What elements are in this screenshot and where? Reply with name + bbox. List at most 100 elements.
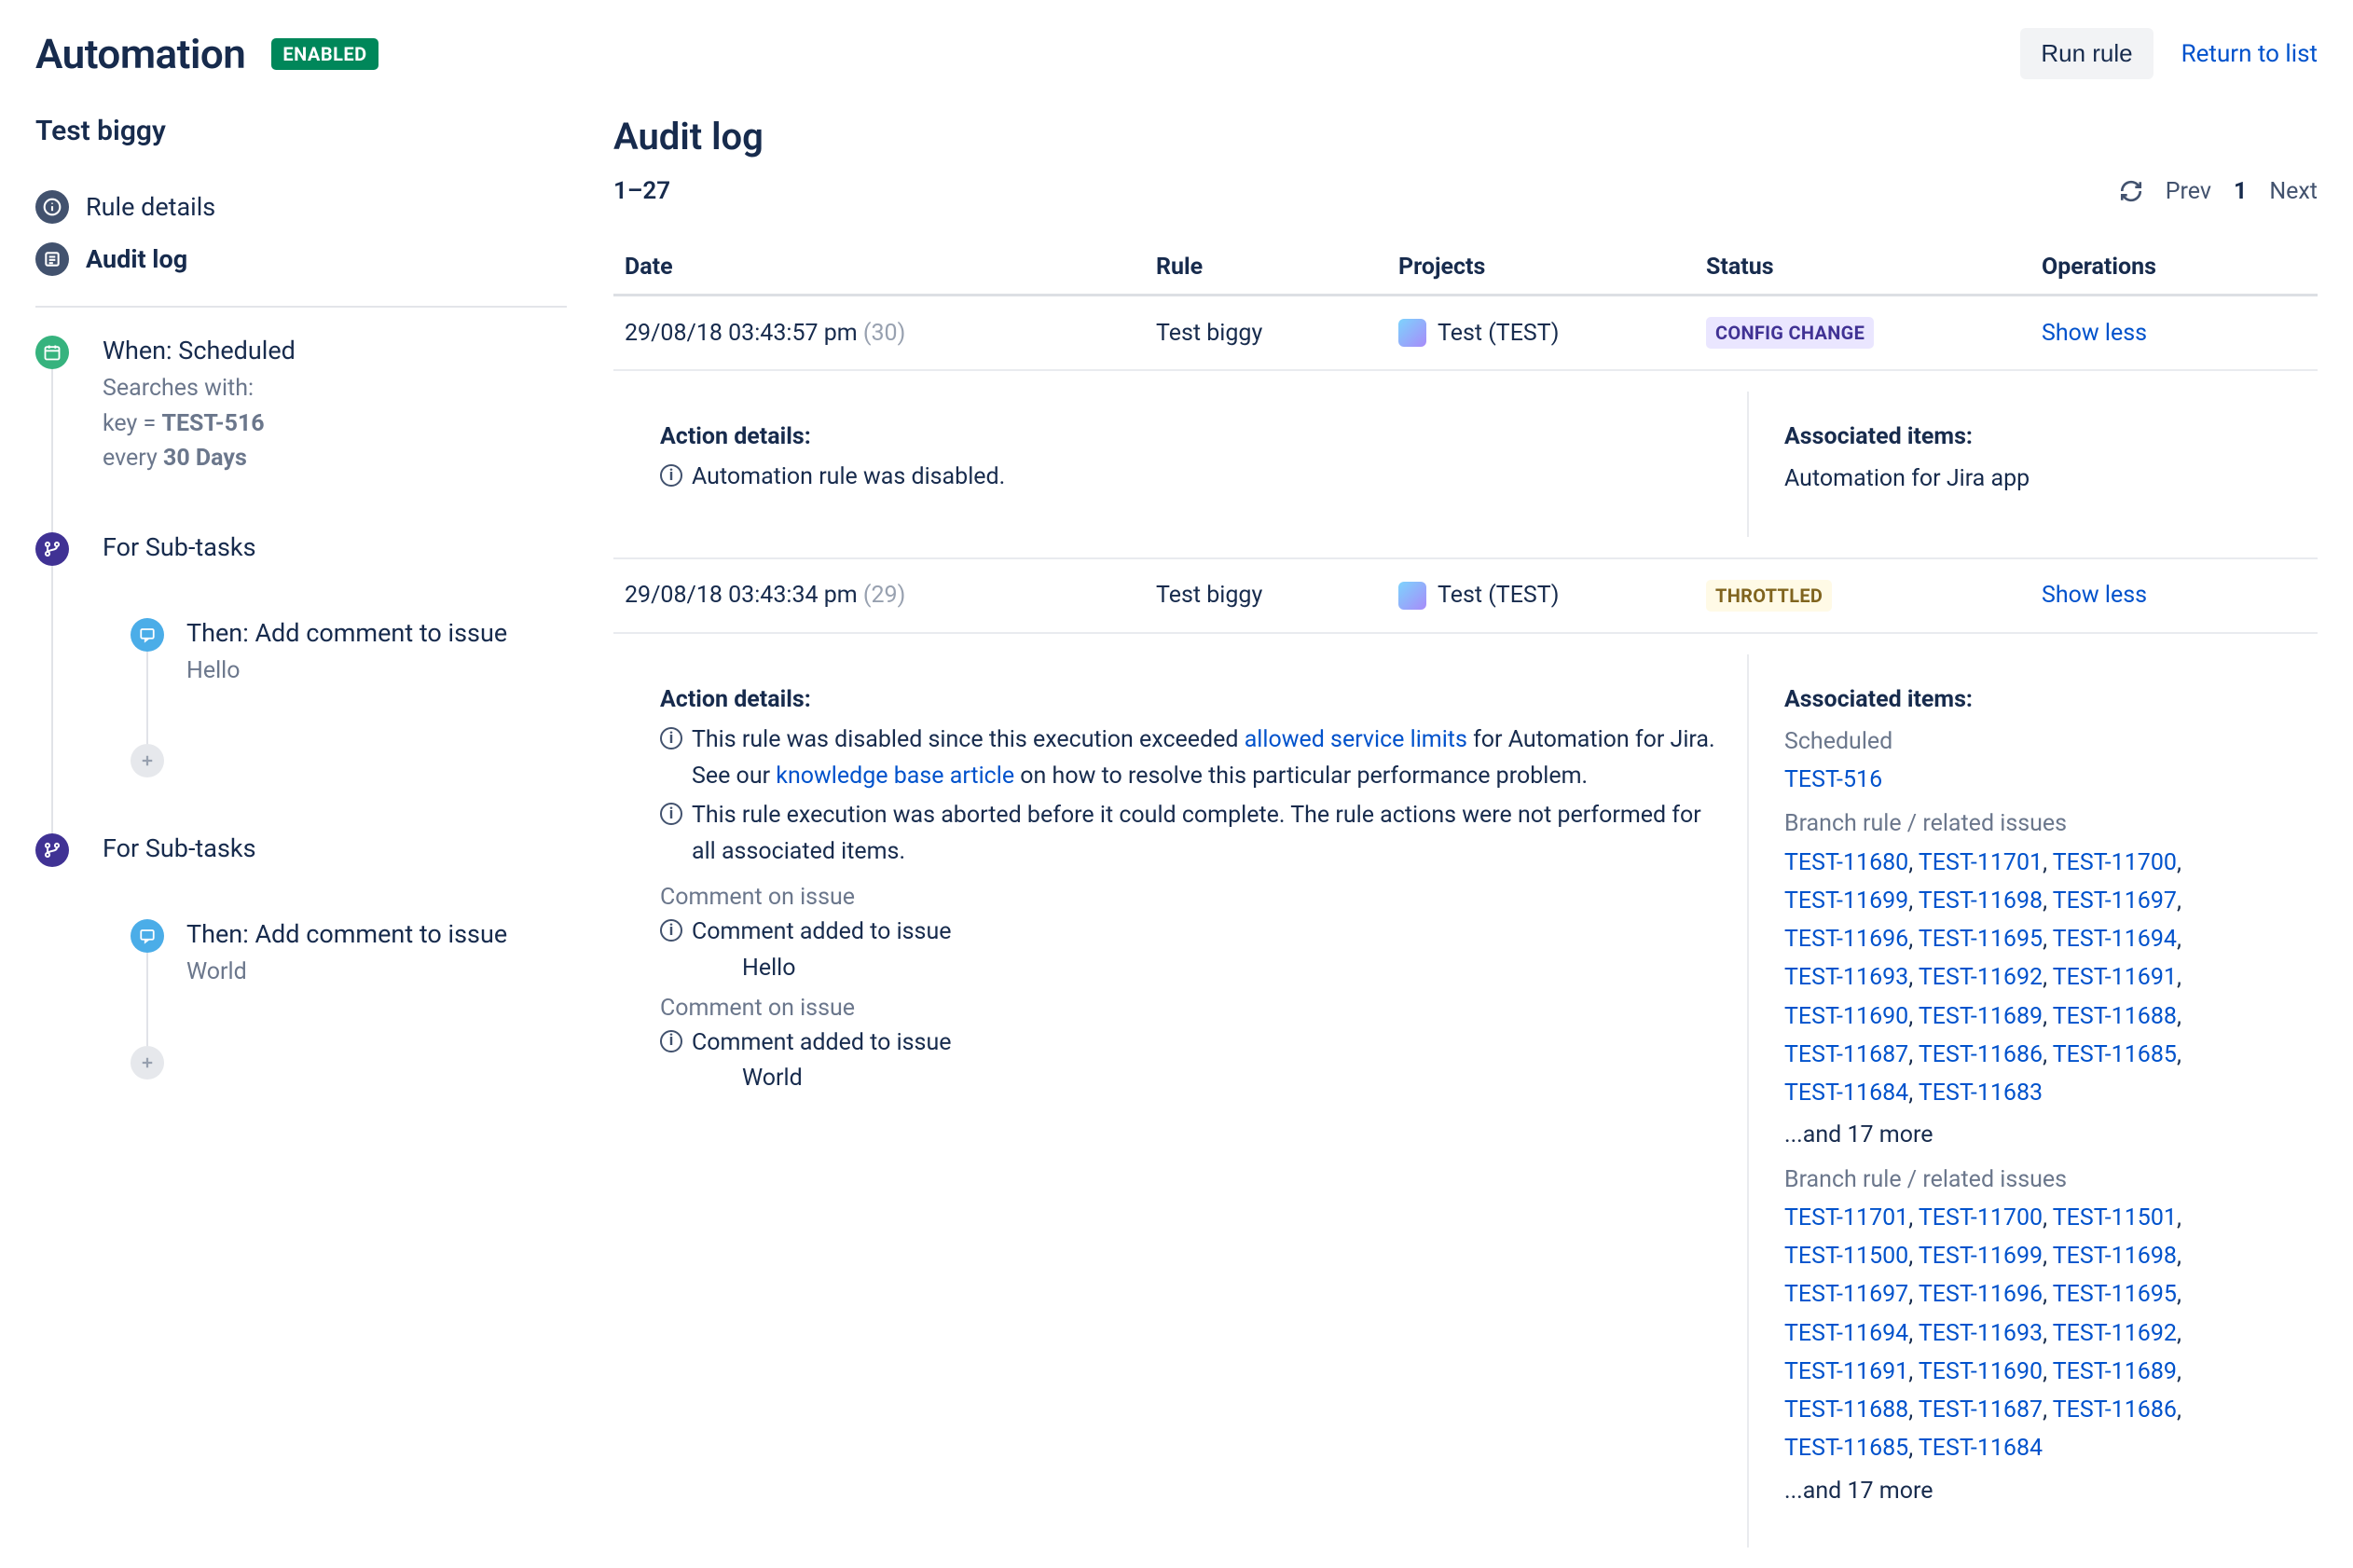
step-sub: every 30 Days <box>103 441 567 476</box>
pager-prev[interactable]: Prev <box>2166 178 2211 205</box>
info-icon: i <box>660 464 682 487</box>
comment-value: Hello <box>742 955 1719 982</box>
issue-link[interactable]: TEST-11698 <box>2053 1243 2177 1270</box>
detail-line: i Comment added to issue <box>660 1025 1719 1062</box>
issue-link[interactable]: TEST-11686 <box>2053 1396 2177 1424</box>
rule-step-branch[interactable]: For Sub-tasks Then: Add comment to issue… <box>35 532 567 778</box>
issue-link[interactable]: TEST-11697 <box>2053 887 2177 915</box>
cell-date: 29/08/18 03:43:34 pm (29) <box>613 558 1145 633</box>
sidebar-item-audit-log[interactable]: Audit log <box>35 233 567 285</box>
issue-link[interactable]: TEST-11686 <box>1919 1041 2043 1068</box>
col-date: Date <box>613 241 1145 296</box>
issue-link[interactable]: TEST-11500 <box>1784 1243 1908 1270</box>
pager: Prev 1 Next <box>2119 178 2318 205</box>
issue-link[interactable]: TEST-11692 <box>1919 964 2043 991</box>
detail-line: i Automation rule was disabled. <box>660 460 1719 496</box>
info-icon <box>35 190 69 224</box>
step-sub: key = TEST-516 <box>103 406 567 442</box>
plus-icon <box>131 1046 164 1080</box>
result-range: 1–27 <box>613 177 670 205</box>
cell-rule: Test biggy <box>1145 296 1387 371</box>
add-component-button[interactable] <box>131 1046 567 1080</box>
sidebar: Test biggy Rule details Audit log When: … <box>35 115 567 1568</box>
comment-icon <box>131 618 164 652</box>
info-icon: i <box>660 1030 682 1052</box>
issue-link[interactable]: TEST-516 <box>1784 766 1882 793</box>
step-title: Then: Add comment to issue <box>186 919 567 949</box>
more-text: ...and 17 more <box>1784 1472 2288 1510</box>
issue-link[interactable]: TEST-11700 <box>2053 849 2177 876</box>
rule-step-branch[interactable]: For Sub-tasks Then: Add comment to issue… <box>35 833 567 1080</box>
step-sub: World <box>186 955 567 990</box>
table-row-details: Action details: i Automation rule was di… <box>613 370 2318 558</box>
rule-step-then[interactable]: Then: Add comment to issue World <box>131 919 567 990</box>
issue-link[interactable]: TEST-11684 <box>1784 1080 1908 1107</box>
issue-link[interactable]: TEST-11684 <box>1919 1435 2043 1462</box>
show-less-link[interactable]: Show less <box>2042 320 2147 347</box>
issue-link[interactable]: TEST-11695 <box>1919 926 2043 953</box>
issue-link[interactable]: TEST-11685 <box>2053 1041 2177 1068</box>
issue-link[interactable]: TEST-11687 <box>1784 1041 1908 1068</box>
issue-link[interactable]: TEST-11691 <box>2053 964 2177 991</box>
rule-step-when[interactable]: When: Scheduled Searches with: key = TES… <box>35 336 567 476</box>
cell-rule: Test biggy <box>1145 558 1387 633</box>
sidebar-item-rule-details[interactable]: Rule details <box>35 181 567 233</box>
issue-link[interactable]: TEST-11683 <box>1919 1080 2043 1107</box>
info-icon: i <box>660 919 682 942</box>
project-avatar-icon <box>1398 319 1426 347</box>
issue-link[interactable]: TEST-11694 <box>1784 1320 1908 1347</box>
pager-page: 1 <box>2234 178 2247 205</box>
refresh-icon[interactable] <box>2119 179 2143 203</box>
calendar-icon <box>35 336 69 369</box>
comment-section-label: Comment on issue <box>660 995 1719 1022</box>
main-title: Audit log <box>613 115 2318 158</box>
table-row: 29/08/18 03:43:34 pm (29) Test biggy Tes… <box>613 558 2318 633</box>
rule-step-then[interactable]: Then: Add comment to issue Hello <box>131 618 567 689</box>
run-rule-button[interactable]: Run rule <box>2020 28 2153 79</box>
issue-link[interactable]: TEST-11685 <box>1784 1435 1908 1462</box>
issue-link[interactable]: TEST-11699 <box>1919 1243 2043 1270</box>
issue-link[interactable]: TEST-11698 <box>1919 887 2043 915</box>
issue-link[interactable]: TEST-11701 <box>1784 1204 1908 1231</box>
list-icon <box>35 242 69 276</box>
issue-link[interactable]: TEST-11701 <box>1919 849 2043 876</box>
issue-link[interactable]: TEST-11692 <box>2053 1320 2177 1347</box>
detail-line: i Comment added to issue <box>660 915 1719 951</box>
return-to-list-link[interactable]: Return to list <box>2181 40 2318 68</box>
issue-link[interactable]: TEST-11687 <box>1919 1396 2043 1424</box>
branch-icon <box>35 532 69 566</box>
issue-link[interactable]: TEST-11694 <box>2053 926 2177 953</box>
pager-next[interactable]: Next <box>2269 178 2318 205</box>
issue-link[interactable]: TEST-11689 <box>1919 1003 2043 1030</box>
issue-link[interactable]: TEST-11697 <box>1784 1281 1908 1308</box>
issue-link[interactable]: TEST-11696 <box>1784 926 1908 953</box>
cell-project: Test (TEST) <box>1387 558 1695 633</box>
issue-link[interactable]: TEST-11699 <box>1784 887 1908 915</box>
issue-link[interactable]: TEST-11693 <box>1919 1320 2043 1347</box>
issue-link[interactable]: TEST-11691 <box>1784 1358 1908 1385</box>
issue-link[interactable]: TEST-11696 <box>1919 1281 2043 1308</box>
associated-category: Branch rule / related issues <box>1784 805 2288 843</box>
main-content: Audit log 1–27 Prev 1 Next Date Rule Pro… <box>613 115 2318 1568</box>
issue-link[interactable]: TEST-11693 <box>1784 964 1908 991</box>
issue-link[interactable]: TEST-11688 <box>2053 1003 2177 1030</box>
add-component-button[interactable] <box>131 744 567 777</box>
action-details-heading: Action details: <box>660 686 1719 713</box>
table-row: 29/08/18 03:43:57 pm (30) Test biggy Tes… <box>613 296 2318 371</box>
issue-link[interactable]: TEST-11700 <box>1919 1204 2043 1231</box>
issue-link[interactable]: TEST-11688 <box>1784 1396 1908 1424</box>
sidebar-item-label: Audit log <box>86 244 187 274</box>
allowed-limits-link[interactable]: allowed service limits <box>1245 726 1467 753</box>
associated-items-heading: Associated items: <box>1784 686 2288 713</box>
kb-article-link[interactable]: knowledge base article <box>776 763 1014 790</box>
issue-link[interactable]: TEST-11689 <box>2053 1358 2177 1385</box>
detail-line: i This rule execution was aborted before… <box>660 798 1719 871</box>
more-text: ...and 17 more <box>1784 1116 2288 1154</box>
issue-link[interactable]: TEST-11695 <box>2053 1281 2177 1308</box>
issue-link[interactable]: TEST-11690 <box>1784 1003 1908 1030</box>
associated-category: Scheduled <box>1784 722 2288 761</box>
show-less-link[interactable]: Show less <box>2042 582 2147 609</box>
issue-link[interactable]: TEST-11690 <box>1919 1358 2043 1385</box>
issue-link[interactable]: TEST-11501 <box>2053 1204 2177 1231</box>
issue-link[interactable]: TEST-11680 <box>1784 849 1908 876</box>
